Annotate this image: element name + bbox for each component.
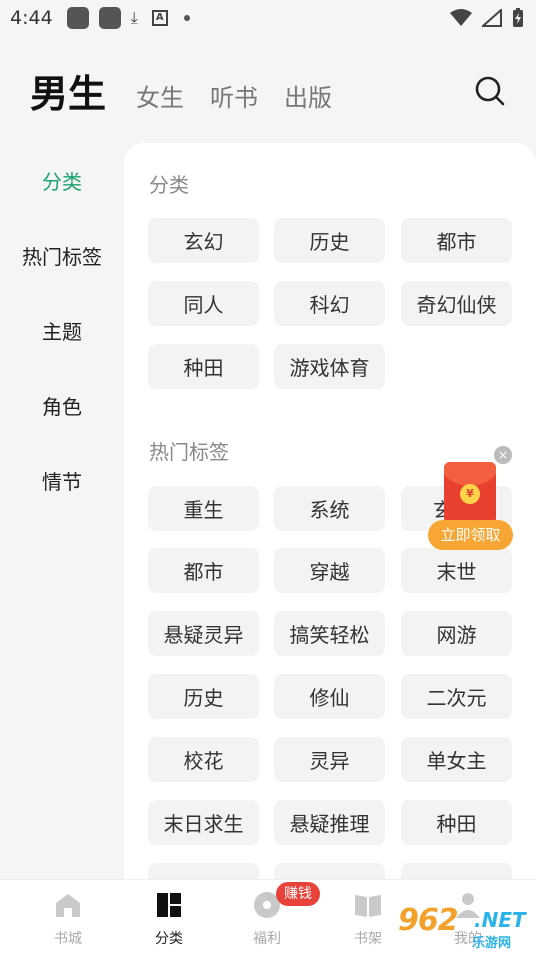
tag-chip[interactable]: 都市 [148,548,259,593]
battery-charging-icon [513,8,523,27]
tag-chip[interactable]: 穿越 [274,548,385,593]
category-chip[interactable]: 奇幻仙侠 [401,281,512,326]
site-watermark: 962 .NET 乐游网 [398,904,530,952]
status-time: 4:44 [10,7,53,29]
ad-close-icon[interactable]: × [494,446,512,464]
side-item-theme[interactable]: 主题 [0,293,124,368]
category-chip[interactable]: 玄幻 [148,218,259,263]
nav-bookshelf[interactable]: 书架 [328,890,408,948]
tag-chip[interactable]: 种田 [401,800,512,845]
section-title-hot-tags: 热门标签 [149,440,229,464]
watermark-net: .NET [474,908,526,932]
nav-label: 分类 [155,931,183,947]
section-title-category: 分类 [149,173,189,197]
category-grid-icon [157,893,181,917]
tag-chip[interactable]: 系统 [274,486,385,531]
category-chip[interactable]: 同人 [148,281,259,326]
notification-app-icon [98,7,121,29]
red-envelope-icon[interactable]: ¥ [444,462,496,524]
side-item-role[interactable]: 角色 [0,368,124,443]
tag-chip[interactable]: 单女主 [401,737,512,782]
red-envelope-ad[interactable]: × ¥ 立即领取 [428,446,518,550]
tag-chip[interactable]: 悬疑灵异 [148,611,259,656]
nav-label: 福利 [253,931,281,947]
claim-now-button[interactable]: 立即领取 [428,520,513,550]
category-chip[interactable]: 游戏体育 [274,344,385,389]
tag-chip[interactable]: 历史 [148,674,259,719]
tab-audiobook[interactable]: 听书 [210,80,258,118]
tag-chip[interactable]: 末世 [401,548,512,593]
watermark-logo: 962 [398,903,459,938]
tag-chip[interactable]: 修仙 [274,674,385,719]
keyboard-a-icon: A [151,10,168,26]
tag-chip[interactable]: 二次元 [401,674,512,719]
tag-chip[interactable]: 重生 [148,486,259,531]
notification-app-icon [66,7,89,29]
tab-female[interactable]: 女生 [136,80,184,118]
earn-money-badge: 赚钱 [276,882,320,906]
signal-icon [482,9,502,27]
nav-label: 书城 [54,931,82,947]
search-icon[interactable] [473,74,507,108]
more-notifications-dot-icon [183,15,190,21]
channel-tabs: 男生 女生 听书 出版 [30,70,358,118]
category-chip[interactable]: 科幻 [274,281,385,326]
watermark-sub: 乐游网 [472,936,512,951]
tag-chip[interactable]: 悬疑推理 [274,800,385,845]
tab-publish[interactable]: 出版 [284,80,332,118]
category-chip[interactable]: 都市 [401,218,512,263]
side-item-category[interactable]: 分类 [0,143,124,218]
tag-chip[interactable]: 校花 [148,737,259,782]
book-icon [355,895,381,917]
category-side-nav: 分类 热门标签 主题 角色 情节 [0,143,124,518]
tag-chip[interactable]: 灵异 [274,737,385,782]
nav-category[interactable]: 分类 [129,890,209,948]
nav-bookstore[interactable]: 书城 [28,890,108,948]
download-icon: ⤓ [130,8,138,27]
home-icon [56,894,80,917]
status-right [450,8,524,28]
wifi-icon [450,9,472,26]
side-item-hot-tags[interactable]: 热门标签 [0,218,124,293]
tab-male[interactable]: 男生 [30,70,106,118]
tag-chip[interactable]: 网游 [401,611,512,656]
status-bar: 4:44 ⤓ A [0,0,536,36]
category-chip[interactable]: 种田 [148,344,259,389]
side-item-plot[interactable]: 情节 [0,443,124,518]
nav-label: 书架 [354,931,382,947]
tag-chip[interactable]: 搞笑轻松 [274,611,385,656]
category-chip[interactable]: 历史 [274,218,385,263]
coin-icon: ¥ [460,484,480,504]
tag-chip[interactable]: 末日求生 [148,800,259,845]
